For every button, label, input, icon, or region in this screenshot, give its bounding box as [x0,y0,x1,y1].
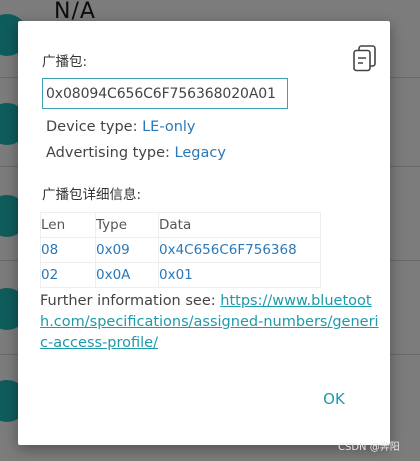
cell-type: 0x09 [95,237,159,263]
table-header-row: Len Type Data [40,212,321,238]
header-len: Len [40,212,96,238]
device-type-value: LE-only [142,119,196,135]
watermark: CSDN @奔阳 [338,442,400,453]
advertising-type-row: Advertising type: Legacy [46,145,226,161]
further-info: Further information see: https://www.blu… [40,291,380,354]
further-info-text: Further information see: [40,293,221,309]
device-type-label: Device type: [46,119,143,135]
advertising-data-table: Len Type Data 08 0x09 0x4C656C6F756368 0… [40,212,321,288]
cell-len: 08 [40,237,96,263]
advertising-dialog: 广播包: Device type: LE-only Advertising ty… [18,21,390,445]
cell-data: 0x4C656C6F756368 [158,237,321,263]
cell-type: 0x0A [95,262,159,288]
advertising-type-value: Legacy [174,145,226,161]
header-data: Data [158,212,321,238]
device-type-row: Device type: LE-only [46,119,196,135]
table-row: 02 0x0A 0x01 [40,262,321,288]
detail-label: 广播包详细信息: [42,187,142,203]
cell-data: 0x01 [158,262,321,288]
raw-data-field[interactable] [42,78,288,109]
raw-data-label: 广播包: [42,54,88,70]
cell-len: 02 [40,262,96,288]
ok-button[interactable]: OK [314,386,354,412]
table-row: 08 0x09 0x4C656C6F756368 [40,237,321,263]
header-type: Type [95,212,159,238]
advertising-type-label: Advertising type: [46,145,175,161]
copy-icon [353,45,376,72]
copy-button[interactable] [351,43,379,73]
